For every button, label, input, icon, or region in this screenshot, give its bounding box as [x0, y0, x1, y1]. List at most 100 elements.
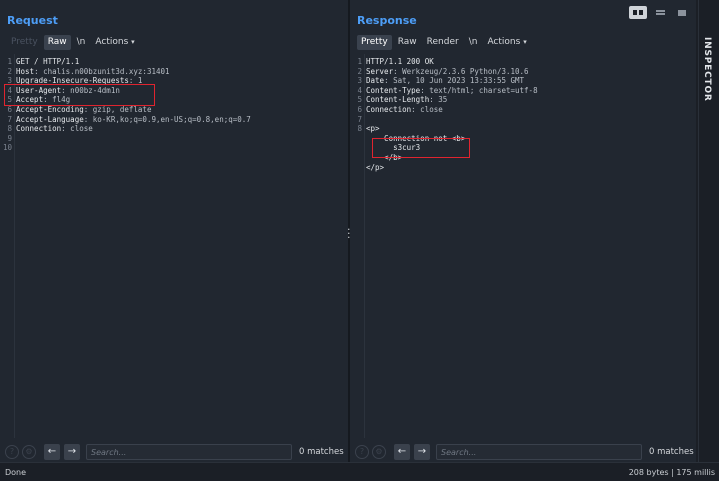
- response-tab-pretty[interactable]: Pretty: [357, 35, 392, 50]
- code-value: : Sat, 10 Jun 2023 13:33:55 GMT: [384, 76, 525, 86]
- code-key: Host: [16, 66, 35, 76]
- code-line: 6 Connection: close: [350, 105, 443, 115]
- chevron-down-icon: ▾: [131, 38, 135, 46]
- line-number: 8: [7, 124, 12, 134]
- code-line: 3 Date: Sat, 10 Jun 2023 13:33:55 GMT: [350, 76, 524, 86]
- line-number: 6: [7, 105, 12, 114]
- search-prev-button[interactable]: ←: [44, 444, 60, 460]
- code-line: 2 Server: Werkzeug/2.3.6 Python/3.10.6: [350, 66, 529, 77]
- code-line: 10: [0, 143, 16, 153]
- code-value: : 35: [429, 95, 448, 105]
- help-icon[interactable]: ?: [5, 445, 19, 459]
- response-tab-actions[interactable]: Actions ▾: [483, 35, 530, 50]
- response-tab-render[interactable]: Render: [423, 35, 463, 50]
- response-tab-newline[interactable]: \n: [465, 35, 482, 50]
- code-line: 6 Accept-Encoding: gzip, deflate: [0, 105, 151, 115]
- code-key: Accept-Language: [16, 114, 84, 124]
- code-line: 8 Connection: close: [0, 124, 93, 134]
- request-tab-pretty[interactable]: Pretty: [7, 35, 42, 50]
- highlight-box-response: [372, 138, 470, 158]
- code-line: 7: [350, 115, 366, 125]
- line-number: 9: [7, 133, 12, 143]
- code-key: Connection: [366, 105, 412, 114]
- line-number: 7: [357, 114, 362, 124]
- request-actions-label: Actions: [95, 37, 129, 47]
- response-stats: 208 bytes | 175 millis: [628, 468, 715, 477]
- settings-icon[interactable]: ⚙: [22, 445, 36, 459]
- line-number: 8: [357, 124, 362, 134]
- code-line: 5 Content-Length: 35: [350, 95, 447, 105]
- layout-side-by-side-icon[interactable]: [629, 6, 647, 19]
- code-key: GET / HTTP/1.1: [16, 57, 80, 66]
- request-matches: 0 matches: [299, 447, 344, 457]
- line-number: 2: [7, 66, 12, 76]
- code-key: Content-Length: [366, 95, 430, 105]
- search-prev-button[interactable]: ←: [394, 444, 410, 460]
- code-key: Content-Type: [366, 85, 421, 95]
- line-number: 2: [357, 66, 362, 76]
- response-title: Response: [357, 14, 417, 27]
- layout-tabbed-icon[interactable]: [673, 6, 691, 19]
- code-value: : gzip, deflate: [83, 105, 152, 114]
- response-tab-raw[interactable]: Raw: [394, 35, 421, 50]
- request-tab-raw[interactable]: Raw: [43, 35, 71, 50]
- code-value: : Werkzeug/2.3.6 Python/3.10.6: [393, 66, 529, 76]
- request-search-bar: ? ⚙ ← → Search... 0 matches: [0, 442, 348, 462]
- code-line: 8 <p>: [350, 124, 380, 134]
- code-key: Date: [366, 76, 385, 86]
- request-search-input[interactable]: Search...: [86, 444, 292, 460]
- request-panel: Request Pretty Raw \n Actions ▾ 1 GET / H…: [0, 0, 348, 462]
- code-value: : close: [411, 105, 443, 114]
- response-search-input[interactable]: Search...: [436, 444, 642, 460]
- line-number: 1: [357, 57, 362, 66]
- response-actions-label: Actions: [487, 37, 521, 47]
- layout-toggle-group: [629, 6, 691, 20]
- line-number: 7: [7, 114, 12, 124]
- response-editor[interactable]: 1 HTTP/1.1 200 OK 2 Server: Werkzeug/2.3.6 …: [350, 54, 696, 438]
- line-number: 6: [357, 105, 362, 114]
- chevron-down-icon: ▾: [523, 38, 527, 46]
- code-key: HTTP/1.1 200 OK: [366, 57, 434, 66]
- line-number: 10: [2, 143, 12, 153]
- response-matches: 0 matches: [649, 447, 694, 457]
- request-tab-newline[interactable]: \n: [73, 35, 90, 50]
- code-key: Accept-Encoding: [16, 105, 84, 114]
- code-value: : chalis.n00bzunit3d.xyz:31401: [34, 66, 170, 76]
- code-line: 2 Host: chalis.n00bzunit3d.xyz:31401: [0, 66, 170, 77]
- inspector-sidebar[interactable]: INSPECTOR: [698, 0, 719, 462]
- response-panel: Response Pretty Raw Render \n Actions ▾ …: [350, 0, 696, 462]
- response-search-bar: ? ⚙ ← → Search... 0 matches: [350, 442, 696, 462]
- settings-icon[interactable]: ⚙: [372, 445, 386, 459]
- request-tab-actions[interactable]: Actions ▾: [91, 35, 138, 50]
- search-next-button[interactable]: →: [414, 444, 430, 460]
- code-key: <p>: [366, 124, 380, 134]
- highlight-box-request: [4, 84, 155, 106]
- inspector-label[interactable]: INSPECTOR: [702, 37, 712, 102]
- code-line: 4 Content-Type: text/html; charset=utf-8: [350, 85, 538, 96]
- line-number: 4: [357, 85, 362, 95]
- code-value: : text/html; charset=utf-8: [420, 85, 538, 95]
- code-line: 1 HTTP/1.1 200 OK: [350, 57, 434, 67]
- help-icon[interactable]: ?: [355, 445, 369, 459]
- request-tabs: Pretty Raw \n Actions ▾: [7, 35, 141, 50]
- code-key: </p>: [366, 162, 385, 172]
- line-number: 5: [357, 95, 362, 105]
- code-value: : ko-KR,ko;q=0.9,en-US;q=0.8,en;q=0.7: [83, 114, 251, 124]
- code-line: </p>: [350, 163, 384, 173]
- line-number: 3: [357, 76, 362, 86]
- code-key: Connection: [16, 124, 62, 134]
- search-next-button[interactable]: →: [64, 444, 80, 460]
- code-line: 7 Accept-Language: ko-KR,ko;q=0.9,en-US;q…: [0, 114, 251, 125]
- status-bar: Done 208 bytes | 175 millis: [0, 462, 719, 481]
- code-value: : close: [61, 124, 93, 134]
- code-line: 1 GET / HTTP/1.1: [0, 57, 79, 67]
- layout-stacked-icon[interactable]: [651, 6, 669, 19]
- line-number: 1: [7, 57, 12, 66]
- burp-repeater-window: Request Pretty Raw \n Actions ▾ 1 GET / H…: [0, 0, 719, 481]
- code-line: 9: [0, 134, 16, 144]
- request-title: Request: [7, 14, 58, 27]
- status-text: Done: [5, 468, 27, 477]
- request-editor[interactable]: 1 GET / HTTP/1.1 2 Host: chalis.n00bzunit3d…: [0, 54, 348, 438]
- response-tabs: Pretty Raw Render \n Actions ▾: [357, 35, 533, 50]
- code-key: Server: [366, 66, 394, 76]
